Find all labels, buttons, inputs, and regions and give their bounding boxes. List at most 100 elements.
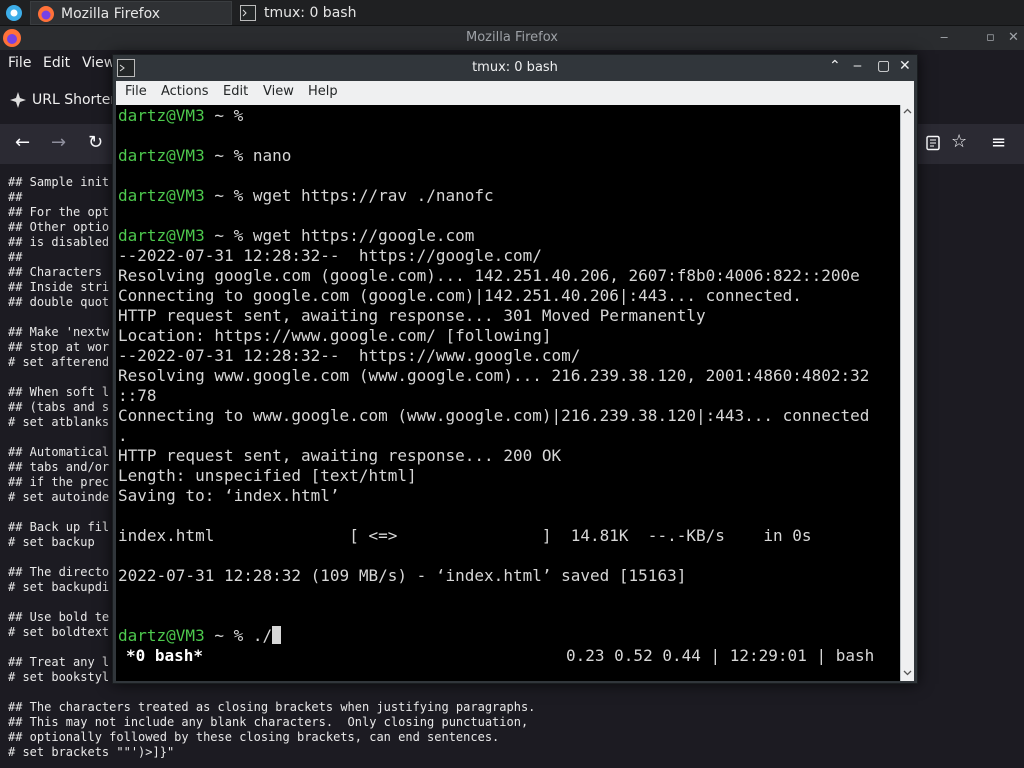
command-text: ~ % ./	[204, 626, 273, 645]
terminal-line: dartz@VM3 ~ % nano	[118, 146, 291, 166]
menu-file[interactable]: File	[8, 55, 31, 71]
bookmark-star-icon[interactable]: ☆	[951, 131, 967, 152]
content-line: # set boldtext	[8, 625, 110, 639]
menu-view[interactable]: View	[82, 55, 115, 71]
terminal-area[interactable]: dartz@VM3 ~ % dartz@VM3 ~ % nano dartz@V…	[116, 105, 900, 681]
content-line: ## Treat any l	[8, 655, 110, 669]
terminal-line: 2022-07-31 12:28:32 (109 MB/s) - ‘index.…	[118, 566, 687, 585]
content-line: # set bookstyl	[8, 670, 110, 684]
scroll-down-icon[interactable]	[903, 668, 912, 677]
terminal-line: index.html [ <=> ] 14.81K --.-KB/s in 0s	[118, 526, 812, 545]
shell-prompt: dartz@VM3	[118, 146, 205, 165]
content-line: ## Characters	[8, 265, 102, 279]
taskbar-firefox-button[interactable]: Mozilla Firefox	[30, 1, 232, 25]
terminal-cursor	[272, 626, 282, 644]
taskbar-firefox-label: Mozilla Firefox	[61, 6, 161, 22]
menu-edit[interactable]: Edit	[43, 55, 70, 71]
content-line: ## stop at wor	[8, 340, 110, 354]
minimize-icon[interactable]: ‒	[940, 30, 948, 45]
content-line: # set afterend	[8, 355, 110, 369]
konsole-window: tmux: 0 bash ⌃ ‒ ▢ ✕ File Actions Edit V…	[112, 54, 918, 684]
terminal-line: Location: https://www.google.com/ [follo…	[118, 326, 552, 345]
content-line: ## For the opt	[8, 205, 110, 219]
taskbar: Mozilla Firefox tmux: 0 bash	[0, 0, 1024, 26]
content-line: ## optionally followed by these closing …	[8, 730, 500, 744]
content-line: # set backup	[8, 535, 95, 549]
site-favicon-icon	[10, 92, 26, 108]
content-line: ## is disabled	[8, 235, 110, 249]
menu-view[interactable]: View	[263, 84, 294, 99]
shell-prompt: dartz@VM3	[118, 226, 205, 245]
reload-icon[interactable]: ↻	[88, 132, 103, 153]
content-line: # set brackets ""')>]}"	[8, 745, 175, 759]
terminal-line: Resolving google.com (google.com)... 142…	[118, 266, 860, 285]
konsole-titlebar[interactable]: tmux: 0 bash ⌃ ‒ ▢ ✕	[113, 55, 917, 81]
scroll-up-icon[interactable]	[903, 107, 912, 116]
command-text: ~ % nano	[204, 146, 292, 165]
content-line: ## Use bold te	[8, 610, 110, 624]
firefox-titlebar[interactable]: Mozilla Firefox ‒ ▫ ✕	[0, 26, 1024, 50]
konsole-menubar: File Actions Edit View Help	[116, 81, 914, 105]
taskbar-tmux-button[interactable]: tmux: 0 bash	[234, 1, 434, 25]
content-line: ## Inside stri	[8, 280, 110, 294]
tab-url-shortener[interactable]: URL Shorter	[32, 92, 116, 108]
close-icon[interactable]: ✕	[899, 58, 911, 74]
maximize-icon[interactable]: ▢	[877, 58, 890, 74]
content-line: ## if the prec	[8, 475, 110, 489]
konsole-window-title: tmux: 0 bash	[472, 60, 558, 75]
hamburger-menu-icon[interactable]: ≡	[991, 132, 1006, 153]
content-line: # set autoinde	[8, 490, 110, 504]
content-line: ## Other optio	[8, 220, 110, 234]
terminal-line: dartz@VM3 ~ % wget https://rav ./nanofc	[118, 186, 494, 206]
menu-file[interactable]: File	[125, 84, 147, 99]
shell-prompt: dartz@VM3	[118, 186, 205, 205]
content-line: ## Sample init	[8, 175, 110, 189]
menu-actions[interactable]: Actions	[161, 84, 209, 99]
terminal-scrollbar[interactable]	[900, 105, 914, 681]
command-text: ~ % wget https://google.com	[204, 226, 475, 245]
terminal-line: HTTP request sent, awaiting response... …	[118, 446, 562, 465]
terminal-line: ::78	[118, 386, 157, 405]
menu-edit[interactable]: Edit	[223, 84, 248, 99]
terminal-line: --2022-07-31 12:28:32-- https://google.c…	[118, 246, 542, 265]
content-line: ## When soft l	[8, 385, 110, 399]
tmux-status-left: *0 bash*	[126, 646, 203, 666]
terminal-line: Resolving www.google.com (www.google.com…	[118, 366, 870, 385]
command-text: ~ % wget https://rav ./nanofc	[204, 186, 494, 205]
shell-prompt: dartz@VM3	[118, 626, 205, 645]
content-line: ##	[8, 190, 23, 204]
terminal-line: Saving to: ‘index.html’	[118, 486, 340, 505]
content-line: # set backupdi	[8, 580, 110, 594]
tmux-status-right: 0.23 0.52 0.44 | 12:29:01 | bash	[566, 646, 875, 665]
content-line: ## Make 'nextw	[8, 325, 110, 339]
terminal-line: Length: unspecified [text/html]	[118, 466, 417, 485]
minimize-icon[interactable]: ‒	[853, 58, 862, 74]
command-text: ~ %	[204, 106, 253, 125]
content-line: ## Automatical	[8, 445, 110, 459]
firefox-icon	[38, 6, 54, 22]
terminal-line: HTTP request sent, awaiting response... …	[118, 306, 706, 325]
close-icon[interactable]: ✕	[1008, 30, 1019, 45]
keep-above-icon[interactable]: ⌃	[829, 58, 841, 74]
content-line: ##	[8, 250, 23, 264]
terminal-line: Connecting to www.google.com (www.google…	[118, 406, 870, 425]
content-line: ## This may not include any blank charac…	[8, 715, 529, 729]
terminal-line: dartz@VM3 ~ %	[118, 106, 253, 126]
tmux-window-indicator[interactable]: *0 bash*	[126, 646, 203, 665]
content-line: ## tabs and/or	[8, 460, 110, 474]
terminal-line: Connecting to google.com (google.com)|14…	[118, 286, 802, 305]
maximize-icon[interactable]: ▫	[986, 30, 995, 45]
content-line: ## The directo	[8, 565, 110, 579]
firefox-window-title: Mozilla Firefox	[466, 30, 558, 45]
reader-view-icon[interactable]	[925, 135, 941, 151]
menu-help[interactable]: Help	[308, 84, 338, 99]
forward-icon[interactable]: →	[51, 132, 66, 153]
back-icon[interactable]: ←	[15, 132, 30, 153]
terminal-line: dartz@VM3 ~ % wget https://google.com	[118, 226, 474, 246]
terminal-line: .	[118, 426, 128, 445]
terminal-line: dartz@VM3 ~ % ./	[118, 626, 282, 646]
taskbar-tmux-label: tmux: 0 bash	[264, 5, 357, 21]
content-line: ## Back up fil	[8, 520, 110, 534]
content-line: ## The characters treated as closing bra…	[8, 700, 536, 714]
app-launcher-icon[interactable]	[5, 4, 23, 22]
